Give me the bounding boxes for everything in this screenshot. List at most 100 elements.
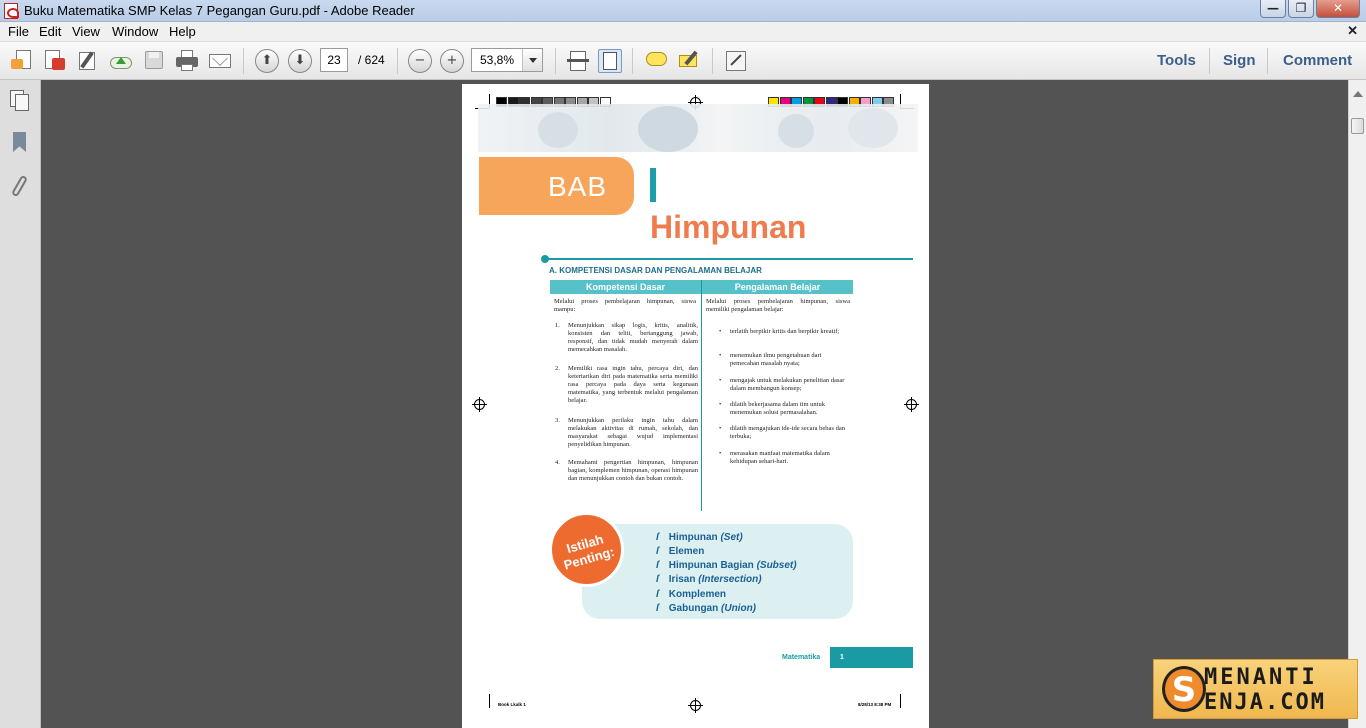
window-title: Buku Matematika SMP Kelas 7 Pegangan Gur… [24, 3, 415, 18]
section-title: A. KOMPETENSI DASAR DAN PENGALAMAN BELAJ… [549, 266, 762, 275]
save-icon[interactable] [142, 49, 166, 73]
registration-mark [472, 397, 487, 412]
bullet-icon: • [719, 377, 722, 384]
zoom-in-icon: + [446, 53, 458, 68]
bookmarks-icon[interactable] [10, 132, 30, 154]
comment-button[interactable]: Comment [1283, 52, 1352, 69]
table-column-divider [701, 280, 702, 511]
close-document-button[interactable]: ✕ [1347, 23, 1358, 39]
term-id: Himpunan [668, 532, 718, 543]
term-item: ſ Himpunan (Set) [656, 532, 743, 543]
sign-button[interactable]: Sign [1223, 52, 1256, 69]
maximize-button[interactable]: ❐ [1288, 0, 1314, 18]
edit-pdf-icon[interactable] [77, 49, 101, 73]
chapter-number-i [650, 168, 656, 202]
print-icon[interactable] [175, 49, 199, 73]
term-id: Irisan [668, 574, 696, 585]
section-rule [544, 258, 913, 260]
print-slug-left: Book Lkalk 1 [498, 702, 526, 707]
term-en: (Union) [721, 603, 757, 614]
term-id: Himpunan Bagian [668, 560, 754, 571]
menu-bar: File Edit View Window Help ✕ [0, 22, 1366, 42]
bullet-icon: • [719, 352, 722, 359]
fit-width-icon[interactable] [566, 49, 590, 73]
menu-view[interactable]: View [72, 24, 100, 39]
header-illustration [478, 104, 918, 152]
convert-pdf-icon[interactable] [43, 49, 67, 73]
chapter-title: Himpunan [650, 209, 807, 245]
navigation-panel [0, 80, 41, 728]
check-icon: ſ [656, 546, 659, 557]
list-item-number: 1. [555, 322, 560, 329]
zoom-value: 53,8% [480, 53, 515, 67]
watermark-logo: S MENANTI ENJA.COM [1153, 659, 1358, 719]
title-bar: Buku Matematika SMP Kelas 7 Pegangan Gur… [0, 0, 1366, 22]
list-item: mengajak untuk melakukan penelitian dasa… [730, 377, 845, 392]
pdf-page: BAB Himpunan A. KOMPETENSI DASAR DAN PEN… [462, 84, 929, 728]
registration-mark [904, 397, 919, 412]
toolbar-separator [712, 48, 713, 74]
list-item-number: 3. [555, 417, 560, 424]
minimize-button[interactable]: — [1260, 0, 1286, 18]
footer-page-number: 1 [840, 654, 844, 661]
highlight-icon[interactable] [677, 49, 701, 73]
chapter-label: BAB [548, 171, 608, 202]
watermark-letter: S [1171, 670, 1197, 710]
menu-file[interactable]: File [8, 24, 29, 39]
toolbar-separator [1267, 48, 1268, 74]
bullet-icon: • [719, 425, 722, 432]
crop-mark [900, 694, 901, 708]
table-header-pengalaman: Pengalaman Belajar [702, 280, 853, 294]
page-total: / 624 [358, 53, 385, 67]
vertical-scrollbar[interactable] [1348, 80, 1366, 728]
term-item: ſ Gabungan (Union) [656, 603, 756, 614]
menu-help[interactable]: Help [169, 24, 196, 39]
watermark-line1: MENANTI [1204, 665, 1318, 690]
toolbar-separator [555, 48, 556, 74]
term-item: ſ Komplemen [656, 589, 726, 600]
page-number-input[interactable]: 23 [320, 48, 348, 72]
fit-page-icon[interactable] [598, 49, 622, 73]
previous-page-icon: ⬆ [261, 53, 273, 68]
list-item-number: 4. [555, 459, 560, 466]
attachments-icon[interactable] [10, 174, 30, 198]
right-intro: Melalui proses pembelajaran himpunan, si… [706, 298, 850, 313]
close-button[interactable]: ✕ [1316, 0, 1360, 18]
registration-mark [688, 698, 703, 713]
zoom-select[interactable]: 53,8% [471, 48, 543, 72]
menu-window[interactable]: Window [112, 24, 158, 39]
close-icon: ✕ [1332, 1, 1344, 15]
watermark-s-icon: S [1162, 666, 1206, 712]
term-id: Komplemen [668, 589, 727, 600]
list-item: Menunjukkan sikap logis, kritis, analiti… [568, 322, 698, 353]
bullet-icon: • [719, 450, 722, 457]
comment-icon[interactable] [645, 49, 669, 73]
list-item: merasakan manfaat matematika dalam kehid… [730, 450, 830, 465]
fullscreen-icon[interactable] [724, 49, 748, 73]
list-item: menemukan ilmu pengetahuan dari pemecaha… [730, 352, 822, 367]
scroll-up-icon[interactable] [1353, 86, 1363, 97]
list-item: Menunjukkan perilaku ingin tahu dalam me… [568, 417, 698, 448]
adobe-reader-window: Buku Matematika SMP Kelas 7 Pegangan Gur… [0, 0, 1366, 728]
previous-page-button[interactable]: ⬆ [255, 49, 279, 73]
bullet-icon: • [719, 401, 722, 408]
term-item: ſ Elemen [656, 546, 704, 557]
email-icon[interactable] [208, 49, 232, 73]
chevron-down-icon[interactable] [522, 49, 542, 71]
maximize-icon: ❐ [1295, 1, 1307, 15]
page-thumbnails-icon[interactable] [10, 90, 30, 112]
term-en: (Intersection) [698, 574, 762, 585]
tools-button[interactable]: Tools [1157, 52, 1196, 69]
term-id: Gabungan [668, 603, 719, 614]
left-intro: Melalui proses pembelajaran himpunan, si… [554, 298, 696, 313]
create-pdf-icon[interactable] [10, 49, 34, 73]
list-item: Memiliki rasa ingin tahu, percaya diri, … [568, 365, 698, 404]
next-page-button[interactable]: ⬇ [288, 49, 312, 73]
crop-mark [489, 694, 490, 708]
zoom-out-button[interactable]: − [408, 49, 432, 73]
section-rule-dot [541, 255, 549, 263]
upload-cloud-icon[interactable] [109, 49, 133, 73]
zoom-in-button[interactable]: + [440, 49, 464, 73]
scroll-thumb[interactable] [1351, 118, 1364, 134]
menu-edit[interactable]: Edit [39, 24, 61, 39]
